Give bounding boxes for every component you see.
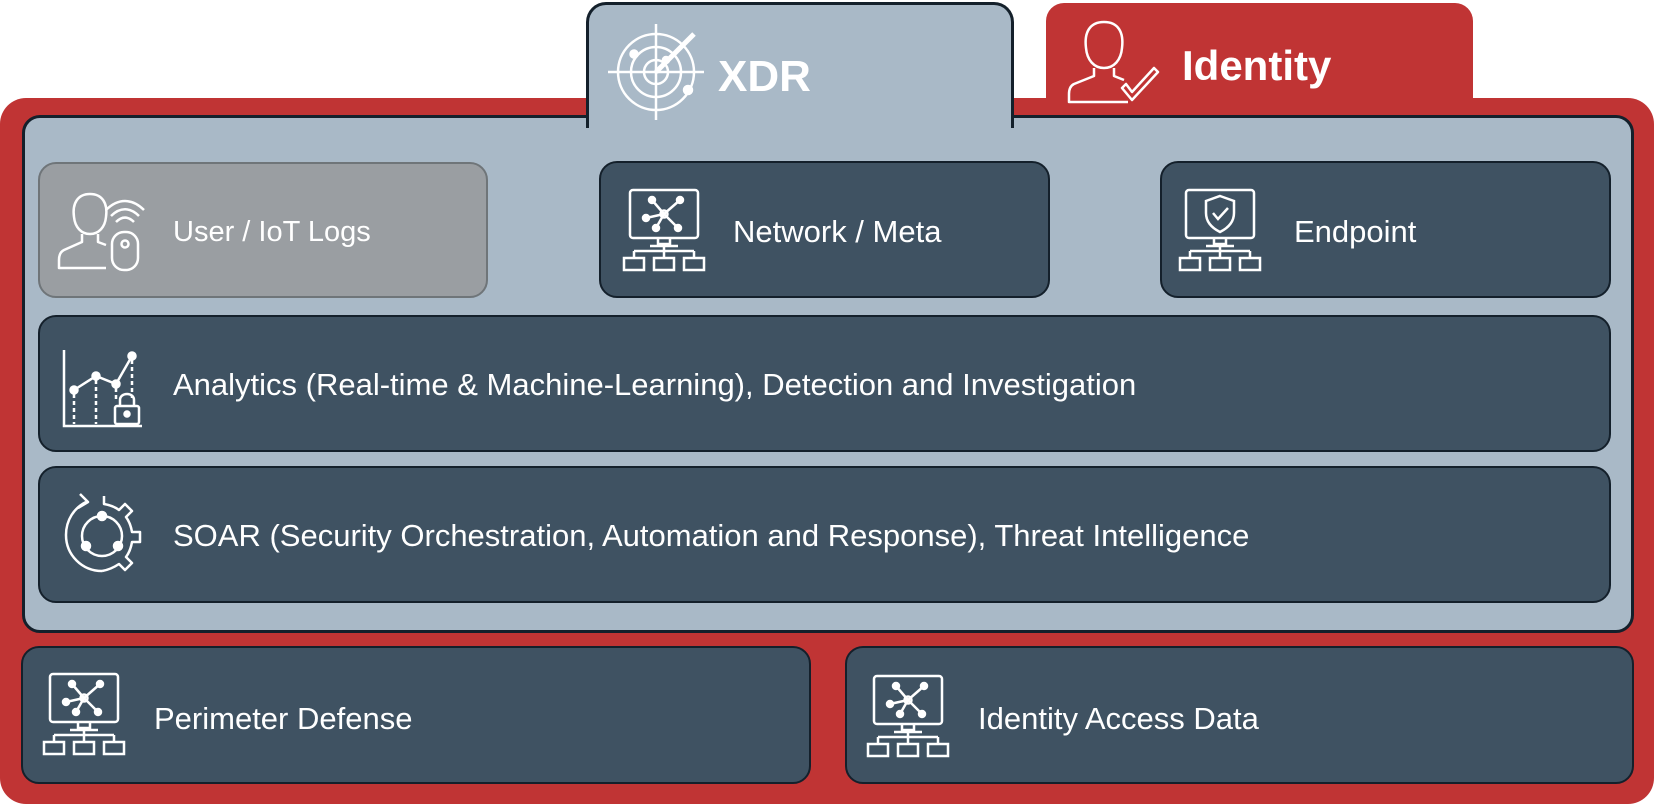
soar-label: SOAR (Security Orchestration, Automation… (173, 518, 1250, 553)
radar-icon (608, 24, 704, 120)
analytics-chart-icon (60, 348, 146, 428)
xdr-tab-label: XDR (718, 52, 811, 101)
identity-tab-label: Identity (1182, 42, 1332, 89)
network-monitor-icon (40, 672, 128, 756)
user-iot-logs-label: User / IoT Logs (173, 216, 371, 248)
perimeter-defense-box (21, 646, 811, 784)
analytics-label: Analytics (Real-time & Machine-Learning)… (173, 367, 1137, 402)
endpoint-label: Endpoint (1294, 214, 1417, 249)
user-check-icon (1066, 18, 1162, 110)
automation-gear-icon (58, 490, 146, 578)
network-monitor-icon (622, 188, 706, 272)
xdr-architecture-diagram: XDR Identity User / IoT Logs Network / M… (0, 0, 1654, 804)
network-monitor-icon (864, 674, 952, 758)
identity-access-data-label: Identity Access Data (978, 701, 1259, 736)
user-iot-icon (56, 190, 146, 272)
network-meta-label: Network / Meta (733, 214, 942, 249)
shield-monitor-icon (1178, 188, 1262, 272)
perimeter-defense-label: Perimeter Defense (154, 701, 413, 736)
